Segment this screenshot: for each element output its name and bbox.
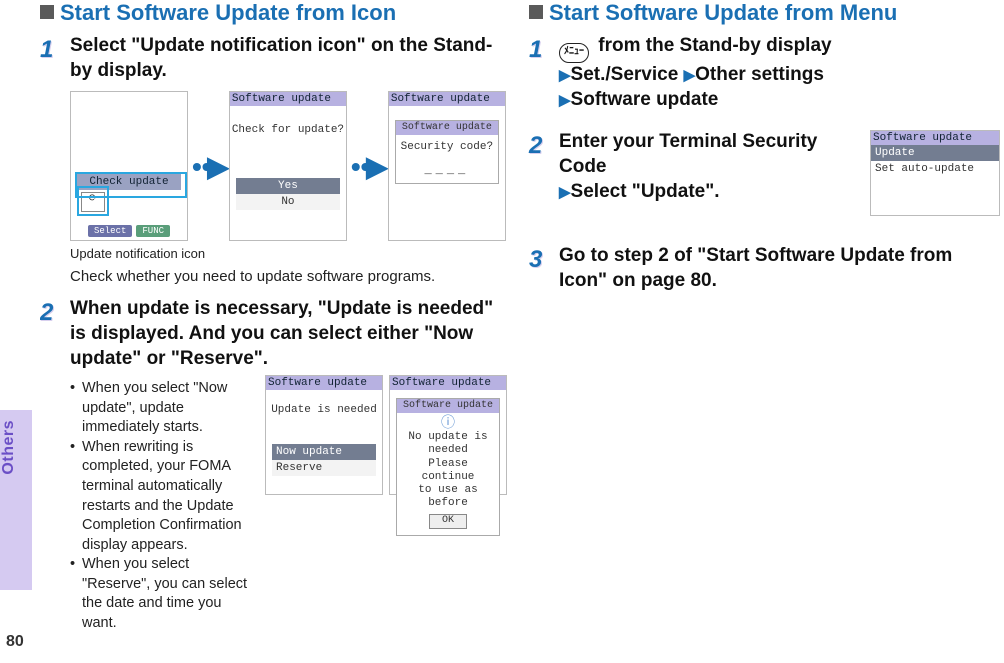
bullet-list: •When you select "Now update", update im… [70,379,257,633]
step-number: 2 [40,297,70,327]
code-blanks: ____ [400,163,494,177]
callout-highlight-icon [77,186,109,216]
page-number: 80 [6,633,24,651]
step-title: Select "Update notification icon" on the… [70,34,511,83]
msg-line: Please continue [401,458,495,484]
column-right: Start Software Update from Menu 1 ﾒﾆｭｰ f… [529,0,1000,663]
option-no: No [236,194,340,210]
phone-shot-no-update: Software update Software update ⓘ No upd… [389,375,507,495]
heading-text: Start Software Update from Menu [549,0,897,25]
bullet-text: When rewriting is completed, your FOMA t… [82,438,257,555]
heading-icon-update: Start Software Update from Icon [40,0,511,26]
bullet-text: When you select "Reserve", you can selec… [82,555,257,633]
chevron-right-icon: ▶ [684,67,696,84]
step-number: 1 [40,34,70,64]
chevron-right-icon: ▶ [559,67,571,84]
path-other-settings: Other settings [695,64,824,85]
inner-titlebar: Software update [397,399,499,413]
msg-line: No update is [401,431,495,444]
option-reserve: Reserve [272,460,376,476]
step-number: 1 [529,34,559,64]
step-2-right: 2 Enter your Terminal Security Code ▶Sel… [529,130,1000,216]
select-update-text: Select "Update". [571,181,720,202]
phone-titlebar: Software update [230,92,346,106]
menu-row-update: Update [871,145,999,161]
caption-update-icon: Update notification icon [70,245,511,263]
phone-titlebar: Software update [871,131,999,145]
screenshot-flow-1: Check update ⟳ SelectFUNC • •▶ [70,91,511,241]
step-title: ﾒﾆｭｰ from the Stand-by display ▶Set./Ser… [559,34,1000,112]
manual-page: Others 80 Start Software Update from Ico… [0,0,1004,663]
step-number: 2 [529,130,559,160]
phone-shot-security: Software update Software update Security… [388,91,506,241]
ok-button: OK [429,514,467,529]
square-bullet-icon [529,5,543,19]
phone-prompt: Check for update? [230,124,346,136]
caption-check-update: Check whether you need to update softwar… [70,267,511,287]
step-title-line2: ▶Select "Update". [559,180,856,205]
bullet-text: When you select "Now update", update imm… [82,379,257,438]
phone-shot-update-needed: Software update Update is needed Now upd… [265,375,383,495]
path-set-service: Set./Service [571,64,679,85]
step-title: Go to step 2 of "Start Software Update f… [559,244,1000,293]
msg-line: to use as before [401,484,495,510]
chevron-right-icon: ▶ [559,184,571,201]
screenshot-flow-2: Software update Update is needed Now upd… [265,375,511,633]
option-now-update: Now update [272,444,376,460]
step-title: When update is necessary, "Update is nee… [70,297,511,371]
step-body: When update is necessary, "Update is nee… [70,297,511,633]
phone-titlebar: Software update [266,376,382,390]
step-body: ﾒﾆｭｰ from the Stand-by display ▶Set./Ser… [559,34,1000,112]
menu-row-auto: Set auto-update [871,161,999,177]
step-body: Select "Update notification icon" on the… [70,34,511,287]
flow-arrow-icon: • •▶ [351,150,384,183]
line-text: from the Stand-by display [593,35,832,56]
path-software-update: Software update [571,89,719,110]
phone-shot-standby: Check update ⟳ SelectFUNC [70,91,188,241]
phone-shot-check: Software update Check for update? Yes No [229,91,347,241]
softkey-func: FUNC [136,225,170,237]
step-title-line1: Enter your Terminal Security Code [559,130,856,179]
heading-menu-update: Start Software Update from Menu [529,0,1000,26]
menu-key-icon: ﾒﾆｭｰ [559,43,589,63]
phone-shot-update-menu: Software update Update Set auto-update [870,130,1000,216]
content-columns: Start Software Update from Icon 1 Select… [40,0,1004,663]
left-spine: Others 80 [0,0,40,663]
phone-titlebar: Software update [390,376,506,390]
step-body: Go to step 2 of "Start Software Update f… [559,244,1000,293]
softkey-select: Select [88,225,132,237]
phone-titlebar: Software update [389,92,505,106]
step-1-right: 1 ﾒﾆｭｰ from the Stand-by display ▶Set./S… [529,34,1000,112]
msg-line: needed [401,444,495,457]
step-1-left: 1 Select "Update notification icon" on t… [40,34,511,287]
step-2-left: 2 When update is necessary, "Update is n… [40,297,511,633]
chevron-right-icon: ▶ [559,92,571,109]
security-prompt: Security code? [400,141,494,154]
msg-update-needed: Update is needed [266,404,382,416]
column-left: Start Software Update from Icon 1 Select… [40,0,511,663]
heading-text: Start Software Update from Icon [60,0,396,25]
softkey-row: Select FUNC [71,221,187,237]
flow-arrow-icon: • •▶ [192,150,225,183]
step-body: Enter your Terminal Security Code ▶Selec… [559,130,1000,216]
info-icon: ⓘ [401,417,495,431]
step-number: 3 [529,244,559,274]
step-3-right: 3 Go to step 2 of "Start Software Update… [529,244,1000,293]
inner-titlebar: Software update [396,121,498,135]
option-yes: Yes [236,178,340,194]
square-bullet-icon [40,5,54,19]
side-tab-label: Others [0,420,32,475]
